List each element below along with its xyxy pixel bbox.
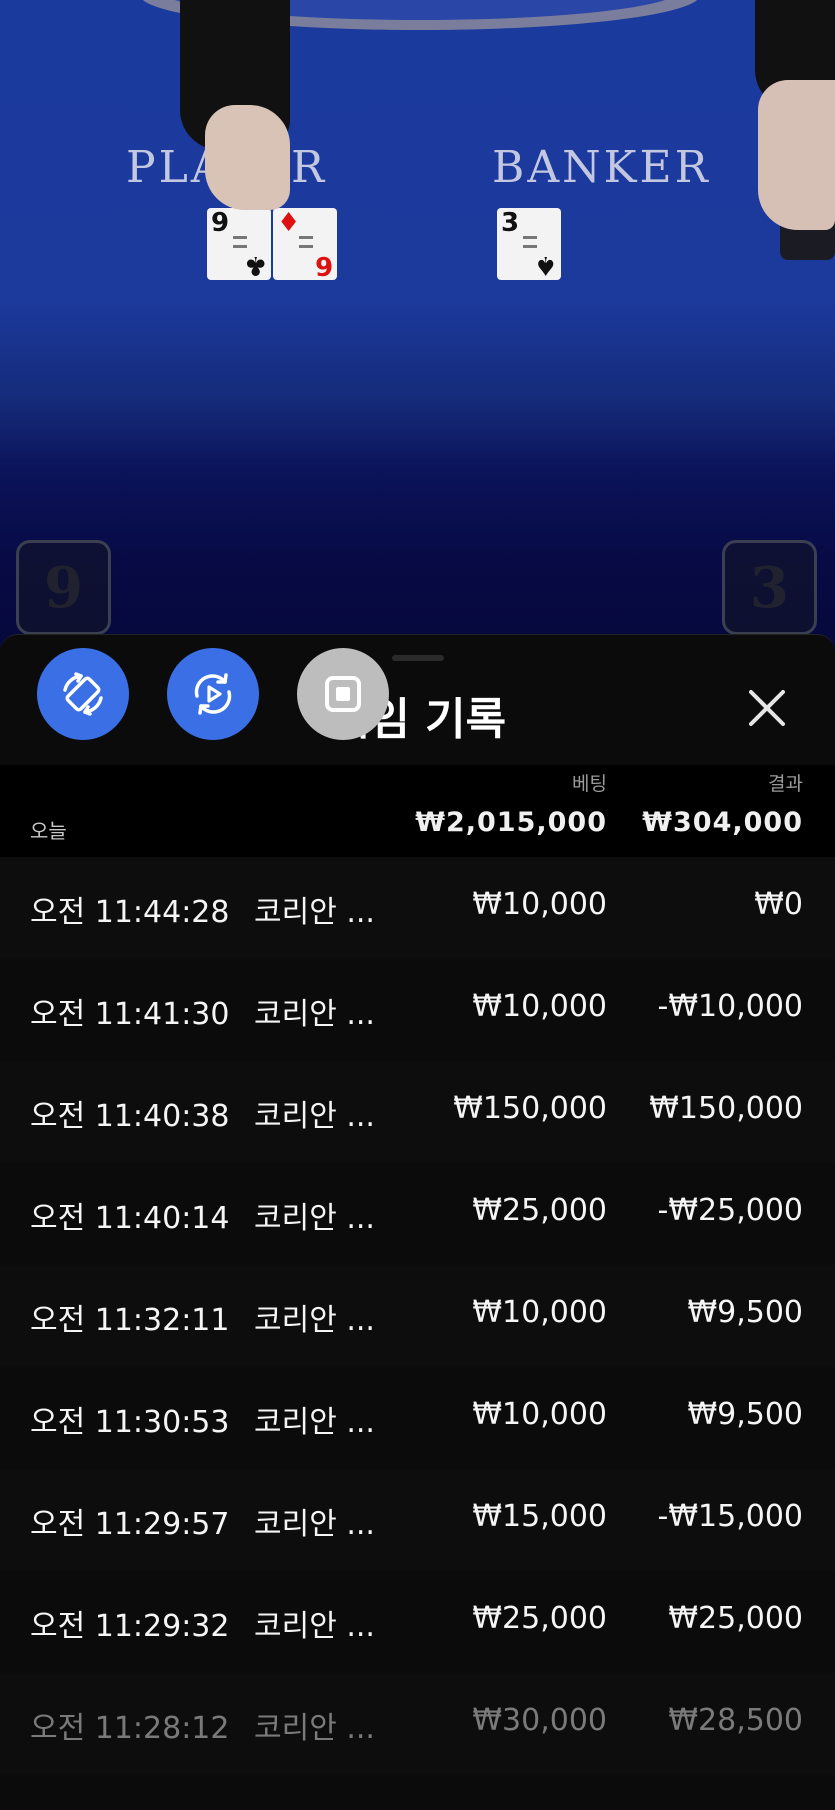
today-label: 오늘 xyxy=(30,819,67,843)
row-time: 오전 11:29:57 xyxy=(30,1507,230,1542)
sheet-handle[interactable] xyxy=(392,655,444,661)
player-score: 9 xyxy=(16,540,111,635)
row-time: 오전 11:32:11 xyxy=(30,1303,230,1338)
row-time: 오전 11:40:38 xyxy=(30,1099,230,1134)
dealer-left-hand xyxy=(205,105,290,210)
player-card-1: 9 ♣ xyxy=(207,208,271,280)
dealer-right-hand xyxy=(758,80,835,230)
close-icon xyxy=(749,690,785,726)
row-game: 코리안 ... xyxy=(254,1609,375,1644)
row-bet: ₩10,000 xyxy=(472,887,607,922)
row-time: 오전 11:29:32 xyxy=(30,1609,230,1644)
row-time: 오전 11:40:14 xyxy=(30,1201,230,1236)
row-result: ₩0 xyxy=(754,887,803,922)
result-total: ₩304,000 xyxy=(642,807,803,838)
row-bet: ₩25,000 xyxy=(472,1601,607,1636)
row-result: ₩28,500 xyxy=(668,1703,803,1738)
row-game: 코리안 ... xyxy=(254,1303,375,1338)
row-bet: ₩25,000 xyxy=(472,1193,607,1228)
replay-icon xyxy=(194,673,232,715)
row-bet: ₩150,000 xyxy=(453,1091,607,1126)
row-bet: ₩30,000 xyxy=(472,1703,607,1738)
history-row[interactable]: 오전 11:32:11 코리안 ... ₩10,000 ₩9,500 xyxy=(0,1265,835,1367)
row-result: ₩9,500 xyxy=(687,1295,803,1330)
row-game: 코리안 ... xyxy=(254,1711,375,1746)
row-game: 코리안 ... xyxy=(254,1201,375,1236)
history-row[interactable]: 오전 11:44:28 코리안 ... ₩10,000 ₩0 xyxy=(0,857,835,959)
game-history-sheet: 게임 기록 베팅 결과 오늘 ₩2,015,000 ₩304,000 오전 11… xyxy=(0,634,835,1810)
replay-button[interactable] xyxy=(167,648,259,740)
row-result: -₩25,000 xyxy=(657,1193,803,1228)
row-result: -₩10,000 xyxy=(657,989,803,1024)
row-game: 코리안 ... xyxy=(254,1507,375,1542)
row-result: ₩25,000 xyxy=(668,1601,803,1636)
banker-score: 3 xyxy=(722,540,817,635)
row-time: 오전 11:41:30 xyxy=(30,997,230,1032)
rotate-screen-button[interactable] xyxy=(37,648,129,740)
rotate-screen-icon xyxy=(63,672,103,716)
player-card-2: ♦ 6 xyxy=(273,208,337,280)
row-time: 오전 11:44:28 xyxy=(30,895,230,930)
history-row[interactable]: 오전 11:29:57 코리안 ... ₩15,000 -₩15,000 xyxy=(0,1469,835,1571)
history-row[interactable]: 오전 11:29:32 코리안 ... ₩25,000 ₩25,000 xyxy=(0,1571,835,1673)
row-time: 오전 11:30:53 xyxy=(30,1405,230,1440)
history-row[interactable]: 오전 11:30:53 코리안 ... ₩10,000 ₩9,500 xyxy=(0,1367,835,1469)
live-video: PLAYER BANKER 9 ♣ ♦ 6 3 ♠ 9 3 xyxy=(0,0,835,700)
close-button[interactable] xyxy=(742,683,792,733)
row-bet: ₩15,000 xyxy=(472,1499,607,1534)
row-result: -₩15,000 xyxy=(657,1499,803,1534)
banker-label: BANKER xyxy=(492,142,711,193)
row-game: 코리안 ... xyxy=(254,1099,375,1134)
banker-card-1: 3 ♠ xyxy=(497,208,561,280)
result-column-header: 결과 xyxy=(768,773,803,795)
row-bet: ₩10,000 xyxy=(472,1397,607,1432)
stop-icon xyxy=(325,676,361,712)
history-row[interactable]: 오전 11:40:14 코리안 ... ₩25,000 -₩25,000 xyxy=(0,1163,835,1265)
row-bet: ₩10,000 xyxy=(472,989,607,1024)
row-result: ₩9,500 xyxy=(687,1397,803,1432)
row-game: 코리안 ... xyxy=(254,1405,375,1440)
history-row[interactable]: 오전 11:40:38 코리안 ... ₩150,000 ₩150,000 xyxy=(0,1061,835,1163)
history-row[interactable]: 오전 11:41:30 코리안 ... ₩10,000 -₩10,000 xyxy=(0,959,835,1061)
stop-button[interactable] xyxy=(297,648,389,740)
history-list: 오전 11:44:28 코리안 ... ₩10,000 ₩0 오전 11:41:… xyxy=(0,857,835,1775)
history-row[interactable]: 오전 11:28:12 코리안 ... ₩30,000 ₩28,500 xyxy=(0,1673,835,1775)
row-game: 코리안 ... xyxy=(254,895,375,930)
bet-column-header: 베팅 xyxy=(572,773,607,795)
row-time: 오전 11:28:12 xyxy=(30,1711,230,1746)
row-game: 코리안 ... xyxy=(254,997,375,1032)
bet-total: ₩2,015,000 xyxy=(415,807,607,838)
row-result: ₩150,000 xyxy=(649,1091,803,1126)
row-bet: ₩10,000 xyxy=(472,1295,607,1330)
